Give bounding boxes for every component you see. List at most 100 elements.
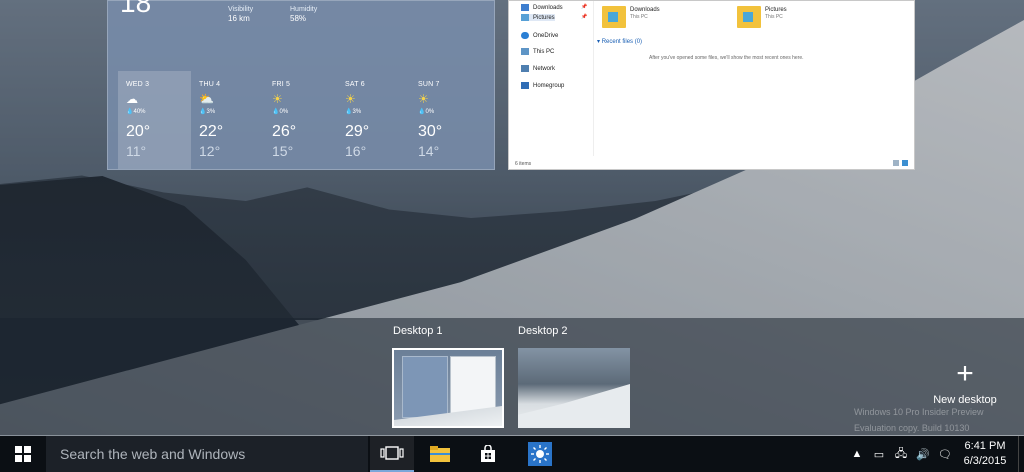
folder-location: This PC bbox=[765, 14, 783, 20]
nav-item-pictures[interactable]: Pictures bbox=[521, 14, 555, 21]
high-temp: 26° bbox=[272, 123, 297, 140]
nav-label: OneDrive bbox=[533, 32, 559, 39]
sunny-icon: ☀ bbox=[272, 92, 283, 106]
folder-downloads[interactable]: Downloads This PC bbox=[602, 6, 660, 28]
rain-chance: 💧0% bbox=[272, 109, 289, 115]
downloads-icon bbox=[521, 4, 529, 11]
pictures-icon bbox=[521, 14, 529, 21]
recent-files-empty-message: After you've opened some files, we'll sh… bbox=[649, 55, 804, 61]
nav-label: This PC bbox=[533, 48, 555, 55]
task-view-button[interactable] bbox=[370, 436, 414, 472]
folder-icon bbox=[430, 446, 450, 462]
day-name: WED 3 bbox=[126, 81, 150, 88]
mini-snow bbox=[518, 384, 630, 428]
network-icon[interactable]: 🖧 bbox=[890, 445, 912, 464]
battery-icon[interactable]: ▭ bbox=[868, 448, 890, 461]
system-tray: ▲ ▭ 🖧 🔊 🗨 6:41 PM 6/3/2015 bbox=[846, 436, 1024, 472]
nav-item-homegroup[interactable]: Homegroup bbox=[521, 82, 564, 89]
search-box[interactable]: Search the web and Windows bbox=[46, 436, 368, 472]
current-temperature: 18 bbox=[120, 0, 152, 18]
visibility-label: Visibility bbox=[228, 6, 254, 13]
high-temp: 20° bbox=[126, 123, 151, 140]
forecast-day[interactable]: FRI 5 ☀ 💧0% 26° 15° bbox=[264, 71, 337, 169]
task-view-desktops-bar: Desktop 1 Desktop 2 + New desktop Window… bbox=[0, 318, 1024, 435]
forecast-day[interactable]: SAT 6 ☀ 💧3% 29° 16° bbox=[337, 71, 410, 169]
low-temp: 12° bbox=[199, 143, 221, 159]
start-button[interactable] bbox=[0, 436, 46, 472]
weather-sun-icon bbox=[528, 442, 552, 466]
details-view-icon[interactable] bbox=[893, 160, 899, 166]
file-explorer-taskbar-button[interactable] bbox=[418, 436, 462, 472]
nav-item-onedrive[interactable]: OneDrive bbox=[521, 32, 558, 39]
action-center-icon[interactable]: 🗨 bbox=[934, 448, 956, 461]
rain-chance: 💧3% bbox=[345, 109, 362, 115]
store-taskbar-button[interactable] bbox=[466, 436, 510, 472]
folder-name: Pictures bbox=[765, 7, 787, 13]
humidity-label: Humidity bbox=[290, 6, 318, 13]
nav-label: Downloads bbox=[533, 4, 563, 11]
day-name: SUN 7 bbox=[418, 81, 440, 88]
cloudy-icon: ☁ bbox=[126, 92, 138, 106]
rain-chance: 💧40% bbox=[126, 109, 146, 115]
humidity-value: 58% bbox=[290, 14, 307, 23]
plus-icon: + bbox=[956, 357, 974, 390]
build-watermark: Windows 10 Pro Insider Preview Evaluatio… bbox=[854, 407, 984, 433]
nav-item-downloads[interactable]: Downloads bbox=[521, 4, 563, 11]
low-temp: 14° bbox=[418, 143, 440, 159]
task-view-icon bbox=[380, 446, 404, 460]
new-desktop-button[interactable]: + New desktop bbox=[925, 357, 1005, 407]
weather-taskbar-button[interactable] bbox=[518, 436, 562, 472]
file-explorer-window[interactable]: Downloads 📌 Pictures 📌 OneDrive This PC … bbox=[508, 0, 915, 170]
day-name: THU 4 bbox=[199, 81, 221, 88]
tiles-view-icon[interactable] bbox=[902, 160, 908, 166]
low-temp: 15° bbox=[272, 143, 294, 159]
search-placeholder: Search the web and Windows bbox=[60, 446, 246, 462]
clock[interactable]: 6:41 PM 6/3/2015 bbox=[956, 439, 1014, 469]
chevron-up-icon[interactable]: ▲ bbox=[846, 448, 868, 460]
computer-icon bbox=[521, 48, 529, 55]
forecast-day[interactable]: WED 3 ☁ 💧40% 20° 11° bbox=[118, 71, 191, 169]
sunny-icon: ☀ bbox=[418, 92, 429, 106]
rain-chance: 💧0% bbox=[418, 109, 435, 115]
forecast-day[interactable]: THU 4 ⛅ 💧3% 22° 12° bbox=[191, 71, 264, 169]
forecast-day[interactable]: SUN 7 ☀ 💧0% 30° 14° bbox=[410, 71, 483, 169]
taskbar: Search the web and Windows ▲ ▭ 🖧 🔊 🗨 6:4… bbox=[0, 436, 1024, 472]
navigation-pane: Downloads 📌 Pictures 📌 OneDrive This PC … bbox=[509, 1, 594, 156]
folder-name: Downloads bbox=[630, 7, 660, 13]
day-name: SAT 6 bbox=[345, 81, 365, 88]
network-icon bbox=[521, 65, 529, 72]
folder-icon bbox=[602, 6, 626, 28]
volume-icon[interactable]: 🔊 bbox=[912, 448, 934, 461]
windows-logo-icon bbox=[15, 446, 31, 462]
recent-files-header[interactable]: ▾ Recent files (0) bbox=[597, 38, 642, 45]
high-temp: 30° bbox=[418, 123, 443, 140]
desktop-2-thumbnail[interactable] bbox=[518, 348, 630, 428]
clock-date: 6/3/2015 bbox=[963, 455, 1007, 467]
nav-label: Homegroup bbox=[533, 82, 565, 89]
partly-sunny-icon: ⛅ bbox=[199, 92, 214, 106]
nav-label: Network bbox=[533, 65, 556, 72]
desktop-1-label: Desktop 1 bbox=[393, 325, 443, 337]
pin-icon: 📌 bbox=[581, 4, 588, 10]
nav-item-network[interactable]: Network bbox=[521, 65, 555, 72]
view-toggle[interactable] bbox=[893, 160, 908, 166]
high-temp: 22° bbox=[199, 123, 224, 140]
forecast-days: WED 3 ☁ 💧40% 20° 11° THU 4 ⛅ 💧3% 22° 12°… bbox=[118, 71, 483, 169]
visibility-value: 16 km bbox=[228, 14, 250, 23]
weather-app-window[interactable]: 18 Visibility 16 km Humidity 58% WED 3 ☁… bbox=[107, 0, 495, 170]
homegroup-icon bbox=[521, 82, 529, 89]
show-desktop-button[interactable] bbox=[1018, 436, 1024, 472]
desktop-1-thumbnail[interactable] bbox=[392, 348, 504, 428]
clock-time: 6:41 PM bbox=[964, 440, 1006, 452]
folder-pictures[interactable]: Pictures This PC bbox=[737, 6, 787, 28]
nav-label: Pictures bbox=[533, 14, 555, 21]
low-temp: 16° bbox=[345, 143, 367, 159]
low-temp: 11° bbox=[126, 143, 147, 159]
pin-icon: 📌 bbox=[581, 14, 588, 20]
day-name: FRI 5 bbox=[272, 81, 291, 88]
onedrive-icon bbox=[521, 32, 529, 39]
status-bar-count: 6 items bbox=[515, 161, 532, 167]
rain-chance: 💧3% bbox=[199, 109, 216, 115]
high-temp: 29° bbox=[345, 123, 370, 140]
nav-item-this-pc[interactable]: This PC bbox=[521, 48, 554, 55]
